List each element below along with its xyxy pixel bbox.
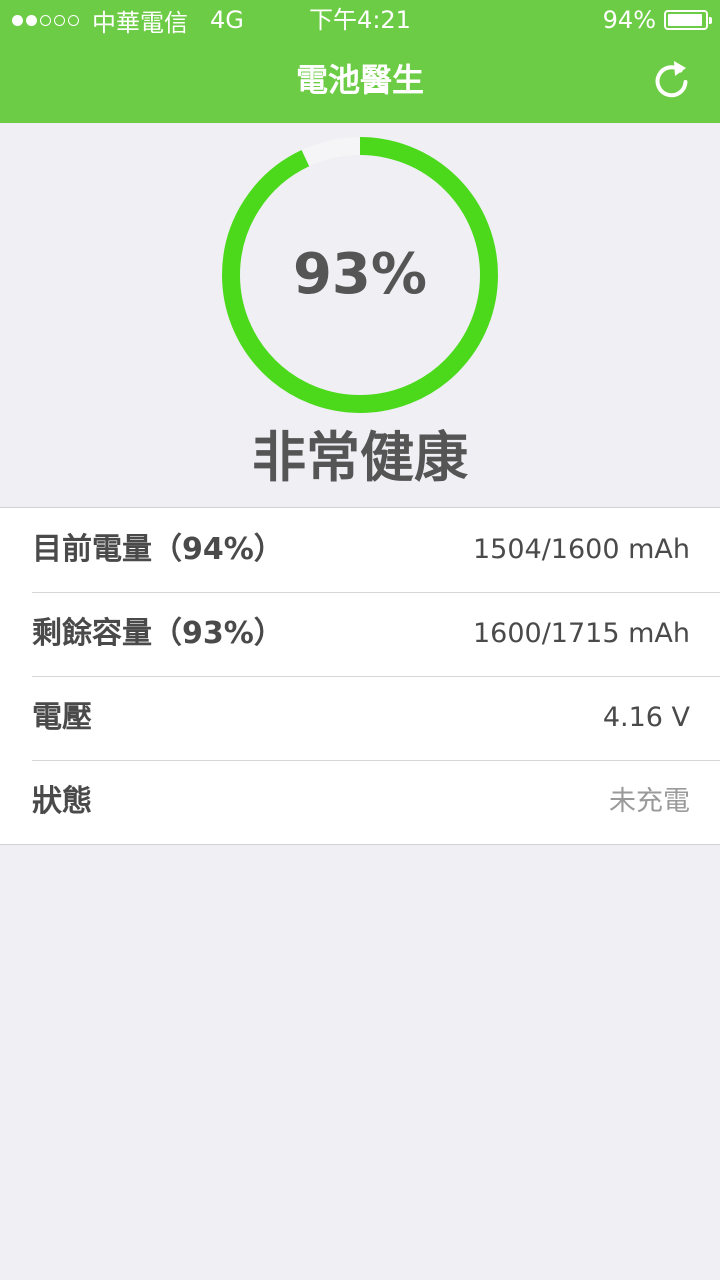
info-row-current-charge: 目前電量（94%） 1504/1600 mAh — [0, 508, 720, 592]
top-bar: 中華電信 4G 下午4:21 94% 電池醫生 — [0, 0, 720, 123]
health-percent: 93% — [292, 242, 428, 307]
battery-health-gauge-area: 93% 非常健康 — [0, 123, 720, 507]
battery-icon — [664, 10, 712, 30]
info-label: 剩餘容量（93%） — [32, 616, 284, 651]
info-value: 未充電 — [609, 786, 690, 817]
info-label: 電壓 — [32, 700, 92, 735]
refresh-button[interactable] — [652, 58, 692, 102]
battery-nub — [709, 17, 712, 24]
info-label: 狀態 — [32, 784, 92, 819]
info-label: 目前電量（94%） — [32, 532, 284, 567]
battery-info-list: 目前電量（94%） 1504/1600 mAh 剩餘容量（93%） 1600/1… — [0, 507, 720, 845]
info-row-charging-state: 狀態 未充電 — [0, 760, 720, 844]
status-right: 94% — [602, 6, 712, 34]
battery-fill — [668, 14, 702, 26]
refresh-icon — [655, 61, 688, 98]
status-battery-percent: 94% — [602, 6, 656, 34]
info-row-remaining-capacity: 剩餘容量（93%） 1600/1715 mAh — [0, 592, 720, 676]
health-status-label: 非常健康 — [252, 426, 468, 489]
page-title: 電池醫生 — [295, 61, 424, 99]
info-row-voltage: 電壓 4.16 V — [0, 676, 720, 760]
status-bar: 中華電信 4G 下午4:21 94% — [0, 0, 720, 40]
info-value: 1504/1600 mAh — [473, 534, 690, 565]
info-value: 1600/1715 mAh — [473, 618, 690, 649]
navigation-bar: 電池醫生 — [0, 40, 720, 123]
info-value: 4.16 V — [602, 702, 690, 733]
